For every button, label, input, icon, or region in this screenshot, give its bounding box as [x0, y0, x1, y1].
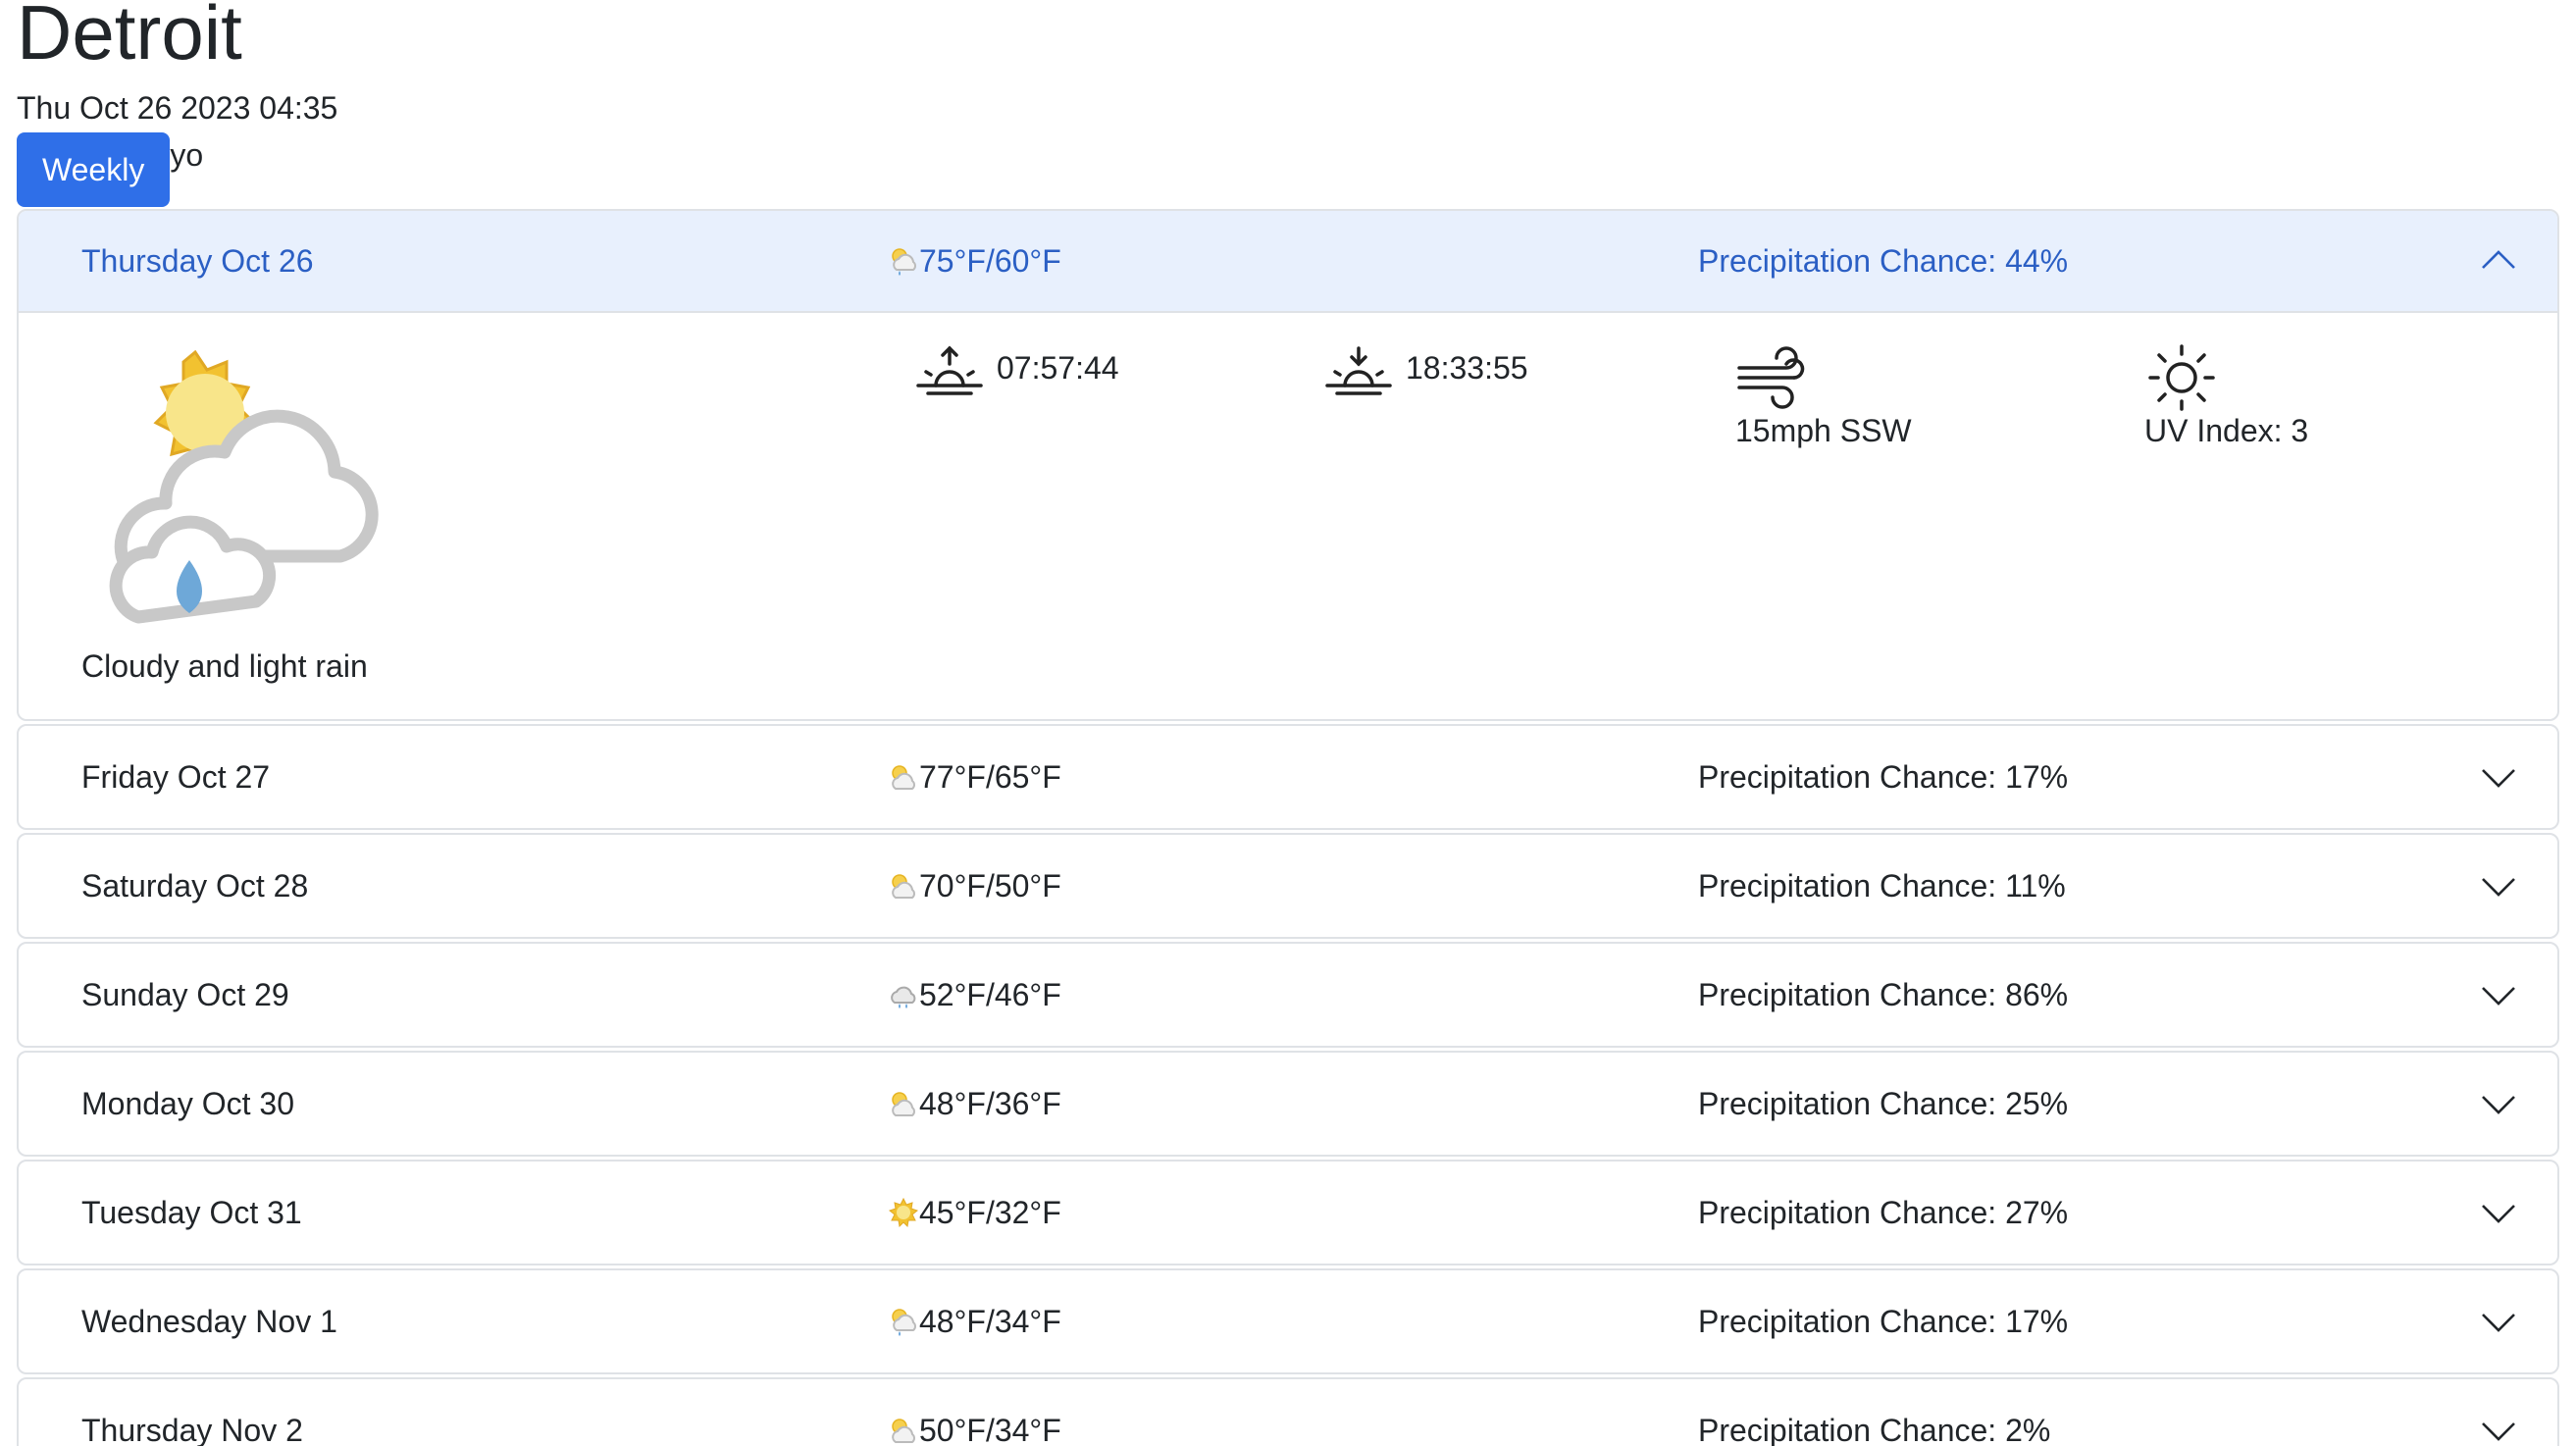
sunrise-detail: 07:57:44 — [914, 342, 1119, 401]
forecast-accordion: Thursday Oct 26 75°F/60°F Precipitation … — [17, 209, 2559, 1446]
precip-chance: Precipitation Chance: 25% — [1698, 1085, 2069, 1121]
forecast-day: Thursday Nov 2 50°F/34°F Precipitation C… — [17, 1377, 2559, 1446]
sunrise-icon — [916, 345, 983, 395]
temp-range: 70°F/50°F — [888, 868, 1698, 904]
day-label: Thursday Oct 26 — [81, 242, 314, 279]
precip-chance: Precipitation Chance: 17% — [1698, 758, 2069, 795]
forecast-day: Thursday Oct 26 75°F/60°F Precipitation … — [17, 209, 2559, 721]
forecast-day-header[interactable]: Thursday Oct 26 75°F/60°F Precipitation … — [19, 211, 2557, 313]
forecast-day: Sunday Oct 29 52°F/46°F Precipitation Ch… — [17, 942, 2559, 1048]
day-label: Wednesday Nov 1 — [81, 1303, 337, 1339]
temp-text: 70°F/50°F — [919, 867, 1061, 904]
precip-chance: Precipitation Chance: 44% — [1698, 242, 2069, 279]
forecast-day-header[interactable]: Friday Oct 27 77°F/65°F Precipitation Ch… — [19, 726, 2557, 828]
wind-detail: 15mph SSW — [1735, 342, 1912, 449]
chevron-down-icon — [2482, 769, 2515, 788]
forecast-day-header[interactable]: Saturday Oct 28 70°F/50°F Precipitation … — [19, 835, 2557, 937]
partly-cloudy-icon — [892, 1092, 915, 1116]
toggle-extra-text: yo — [170, 136, 204, 173]
forecast-day: Friday Oct 27 77°F/65°F Precipitation Ch… — [17, 724, 2559, 830]
chevron-down-icon — [2482, 1205, 2515, 1223]
chevron-up-icon — [2482, 250, 2515, 269]
current-datetime: Thu Oct 26 2023 04:35 — [17, 90, 338, 126]
sunrise-time: 07:57:44 — [997, 349, 1119, 386]
sunset-icon — [1325, 346, 1392, 395]
temp-text: 75°F/60°F — [919, 242, 1061, 279]
forecast-day: Saturday Oct 28 70°F/50°F Precipitation … — [17, 833, 2559, 939]
partly-cloudy-icon — [892, 1419, 915, 1443]
precip-chance: Precipitation Chance: 27% — [1698, 1194, 2069, 1230]
day-label: Tuesday Oct 31 — [81, 1194, 302, 1230]
chevron-down-icon — [2482, 1096, 2515, 1114]
weekly-button[interactable]: Weekly — [17, 132, 171, 207]
temp-range: 77°F/65°F — [888, 759, 1698, 796]
uv-sun-icon — [2148, 344, 2215, 411]
temp-text: 50°F/34°F — [919, 1412, 1061, 1446]
forecast-day-header[interactable]: Thursday Nov 2 50°F/34°F Precipitation C… — [19, 1379, 2557, 1446]
forecast-day: Tuesday Oct 31 45°F/32°F Precipitation C… — [17, 1160, 2559, 1265]
temp-range: 52°F/46°F — [888, 977, 1698, 1013]
chevron-down-icon — [2482, 1314, 2515, 1332]
sun-icon — [888, 1197, 919, 1228]
partly-cloudy-rain-icon — [892, 248, 916, 276]
forecast-day: Monday Oct 30 48°F/36°F Precipitation Ch… — [17, 1051, 2559, 1157]
wind-icon — [1737, 346, 1805, 409]
uv-detail: UV Index: 3 — [2144, 342, 2308, 449]
weather-page: Detroit Thu Oct 26 2023 04:35 Weekly yo … — [0, 0, 2576, 1446]
sunset-time: 18:33:55 — [1406, 349, 1528, 386]
temp-text: 48°F/36°F — [919, 1085, 1061, 1121]
forecast-day-header[interactable]: Monday Oct 30 48°F/36°F Precipitation Ch… — [19, 1053, 2557, 1155]
city-title: Detroit — [17, 0, 242, 76]
chevron-down-icon — [2482, 1422, 2515, 1441]
day-label: Thursday Nov 2 — [81, 1412, 303, 1446]
day-label: Friday Oct 27 — [81, 758, 271, 795]
partly-cloudy-icon — [892, 874, 915, 899]
view-toggle: Weekly yo — [17, 132, 2559, 207]
uv-value: UV Index: 3 — [2144, 413, 2309, 448]
forecast-details: Cloudy and light rain 07:57:44 18:33:55 … — [19, 313, 2557, 719]
temp-text: 52°F/46°F — [919, 976, 1061, 1012]
temp-range: 45°F/32°F — [888, 1195, 1698, 1231]
temp-range: 48°F/34°F — [888, 1304, 1698, 1340]
day-label: Sunday Oct 29 — [81, 976, 289, 1012]
chevron-down-icon — [2482, 987, 2515, 1006]
temp-range: 48°F/36°F — [888, 1086, 1698, 1122]
forecast-day-header[interactable]: Tuesday Oct 31 45°F/32°F Precipitation C… — [19, 1162, 2557, 1264]
rain-cloud-icon — [891, 986, 916, 1008]
forecast-day-header[interactable]: Sunday Oct 29 52°F/46°F Precipitation Ch… — [19, 944, 2557, 1046]
temp-text: 45°F/32°F — [919, 1194, 1061, 1230]
precip-chance: Precipitation Chance: 11% — [1698, 867, 2066, 904]
partly-cloudy-rain-icon — [109, 349, 379, 624]
chevron-down-icon — [2482, 878, 2515, 897]
wind-value: 15mph SSW — [1735, 413, 1912, 448]
forecast-day-header[interactable]: Wednesday Nov 1 48°F/34°F Precipitation … — [19, 1270, 2557, 1372]
precip-chance: Precipitation Chance: 86% — [1698, 976, 2069, 1012]
partly-cloudy-icon — [892, 765, 915, 790]
forecast-day: Wednesday Nov 1 48°F/34°F Precipitation … — [17, 1268, 2559, 1374]
day-label: Saturday Oct 28 — [81, 867, 309, 904]
temp-range: 50°F/34°F — [888, 1413, 1698, 1446]
day-label: Monday Oct 30 — [81, 1085, 294, 1121]
sunset-detail: 18:33:55 — [1323, 342, 1528, 401]
partly-cloudy-rain-icon — [892, 1309, 916, 1336]
weather-description: Cloudy and light rain — [81, 648, 368, 684]
temp-text: 77°F/65°F — [919, 758, 1061, 795]
precip-chance: Precipitation Chance: 17% — [1698, 1303, 2069, 1339]
temp-range: 75°F/60°F — [888, 243, 1698, 280]
precip-chance: Precipitation Chance: 2% — [1698, 1412, 2051, 1446]
temp-text: 48°F/34°F — [919, 1303, 1061, 1339]
